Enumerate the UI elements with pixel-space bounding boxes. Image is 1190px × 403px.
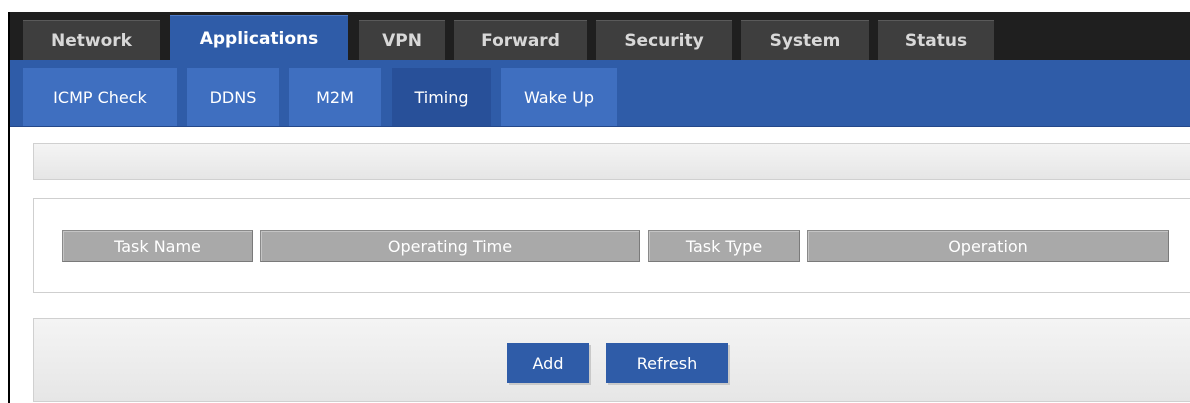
add-button[interactable]: Add xyxy=(507,343,589,383)
subtab-m2m[interactable]: M2M xyxy=(289,68,381,126)
refresh-button[interactable]: Refresh xyxy=(606,343,728,383)
subtab-ddns[interactable]: DDNS xyxy=(187,68,279,126)
column-header-operation: Operation xyxy=(807,230,1169,262)
sub-nav: ICMP Check DDNS M2M Timing Wake Up xyxy=(10,60,1190,127)
tab-vpn[interactable]: VPN xyxy=(359,20,445,60)
tab-system[interactable]: System xyxy=(741,20,869,60)
subtab-timing[interactable]: Timing xyxy=(392,68,491,126)
column-header-task-name: Task Name xyxy=(62,230,253,262)
column-header-operating-time: Operating Time xyxy=(260,230,640,262)
tab-applications[interactable]: Applications xyxy=(170,15,348,61)
tab-network[interactable]: Network xyxy=(23,20,160,60)
subtab-wake-up[interactable]: Wake Up xyxy=(501,68,617,126)
tab-forward[interactable]: Forward xyxy=(454,20,587,60)
main-nav: Network Applications VPN Forward Securit… xyxy=(10,12,1190,61)
column-header-task-type: Task Type xyxy=(648,230,800,262)
title-bar-panel xyxy=(33,143,1190,180)
tab-status[interactable]: Status xyxy=(878,20,994,60)
subtab-icmp-check[interactable]: ICMP Check xyxy=(23,68,177,126)
tab-security[interactable]: Security xyxy=(596,20,732,60)
